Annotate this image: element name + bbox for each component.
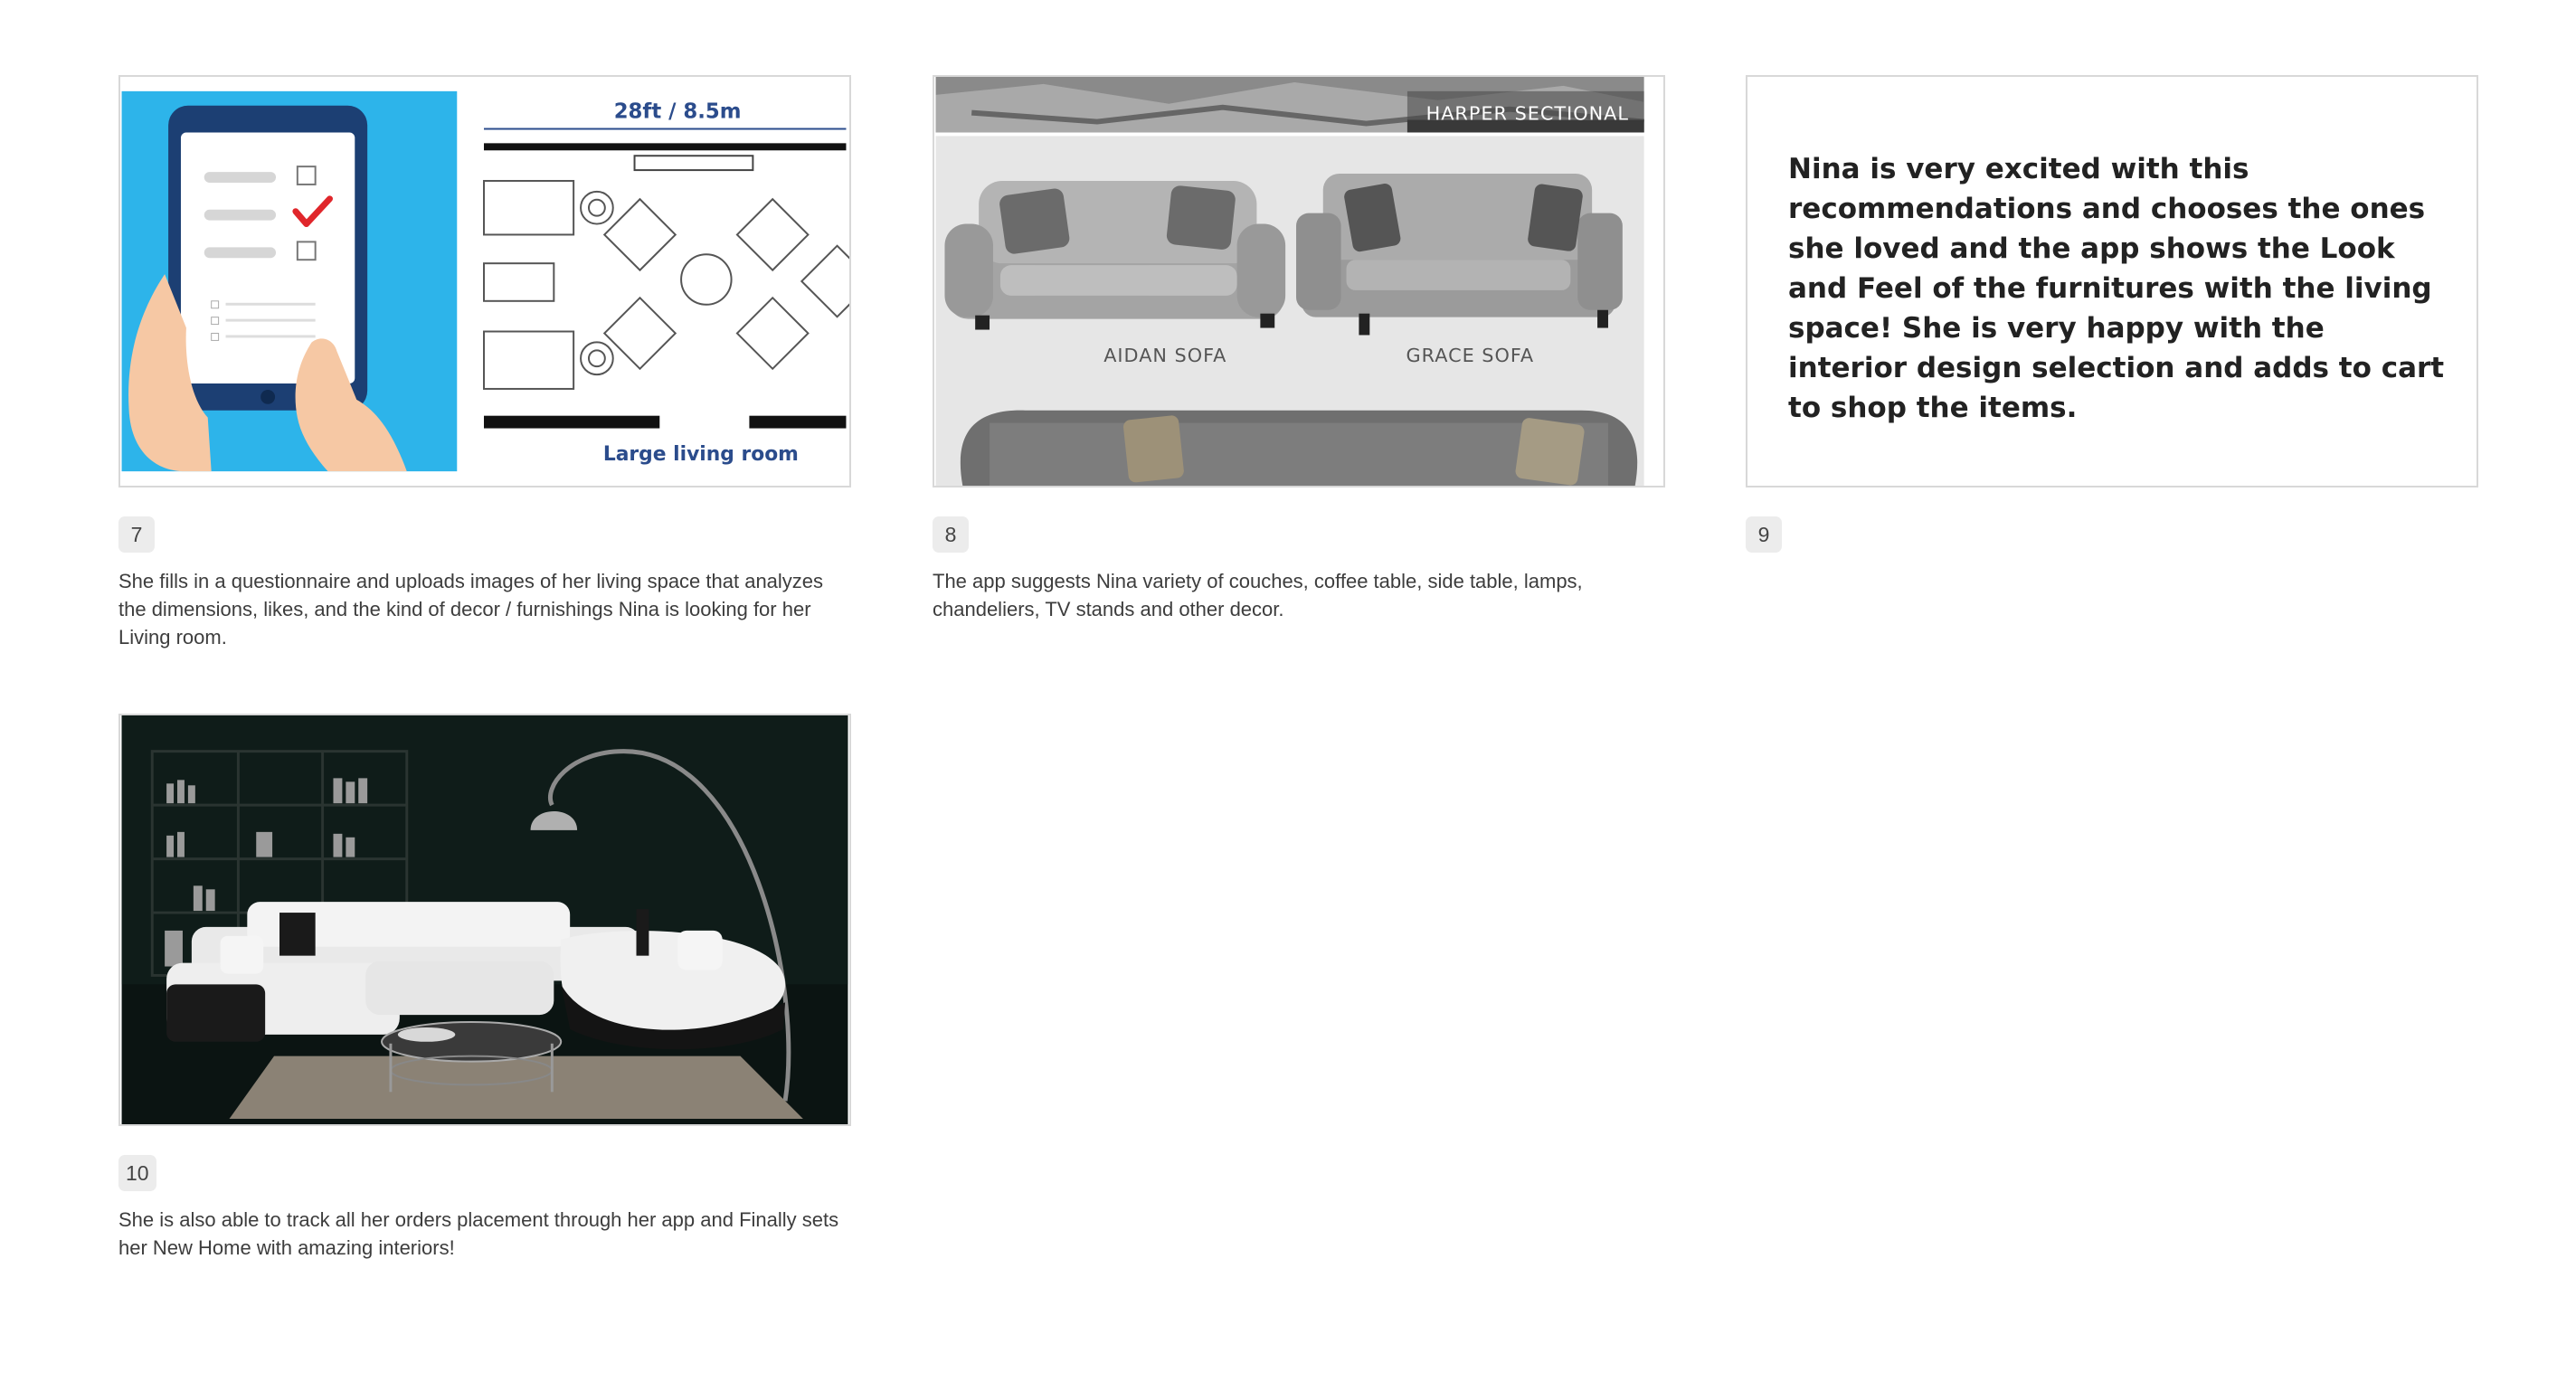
card-caption: She fills in a questionnaire and uploads…	[118, 570, 824, 648]
grace-sofa-image	[1296, 174, 1623, 336]
sofa-label-grace: GRACE SOFA	[1406, 345, 1535, 366]
card-caption: She is also able to track all her orders…	[118, 1208, 839, 1259]
shag-rug-image	[229, 1055, 803, 1120]
text-slide-thumbnail[interactable]: Nina is very excited with this recommend…	[1746, 75, 2478, 487]
living-room-thumbnail[interactable]	[118, 714, 851, 1126]
aidan-sofa-image	[944, 180, 1286, 330]
card-caption: The app suggests Nina variety of couches…	[933, 570, 1583, 620]
card-number: 8	[933, 516, 969, 553]
card-number: 9	[1746, 516, 1782, 553]
questionnaire-floorplan-thumbnail[interactable]: 28ft / 8.5m Large living room	[118, 75, 851, 487]
harper-sectional-image	[960, 410, 1638, 486]
floorplan-dimension: 28ft / 8.5m	[614, 100, 742, 124]
sofa-label-aidan: AIDAN SOFA	[1103, 345, 1226, 366]
floorplan-label: Large living room	[603, 443, 799, 466]
slide-text: Nina is very excited with this recommend…	[1788, 153, 2445, 424]
card-number: 7	[118, 516, 155, 553]
card-number: 10	[118, 1155, 156, 1191]
floorplan-furniture	[483, 179, 849, 390]
sofa-label-harper: HARPER SECTIONAL	[1426, 103, 1629, 125]
sofa-suggestions-thumbnail[interactable]: HARPER SECTIONAL AIDAN SOFA GRACE SOFA	[933, 75, 1665, 487]
